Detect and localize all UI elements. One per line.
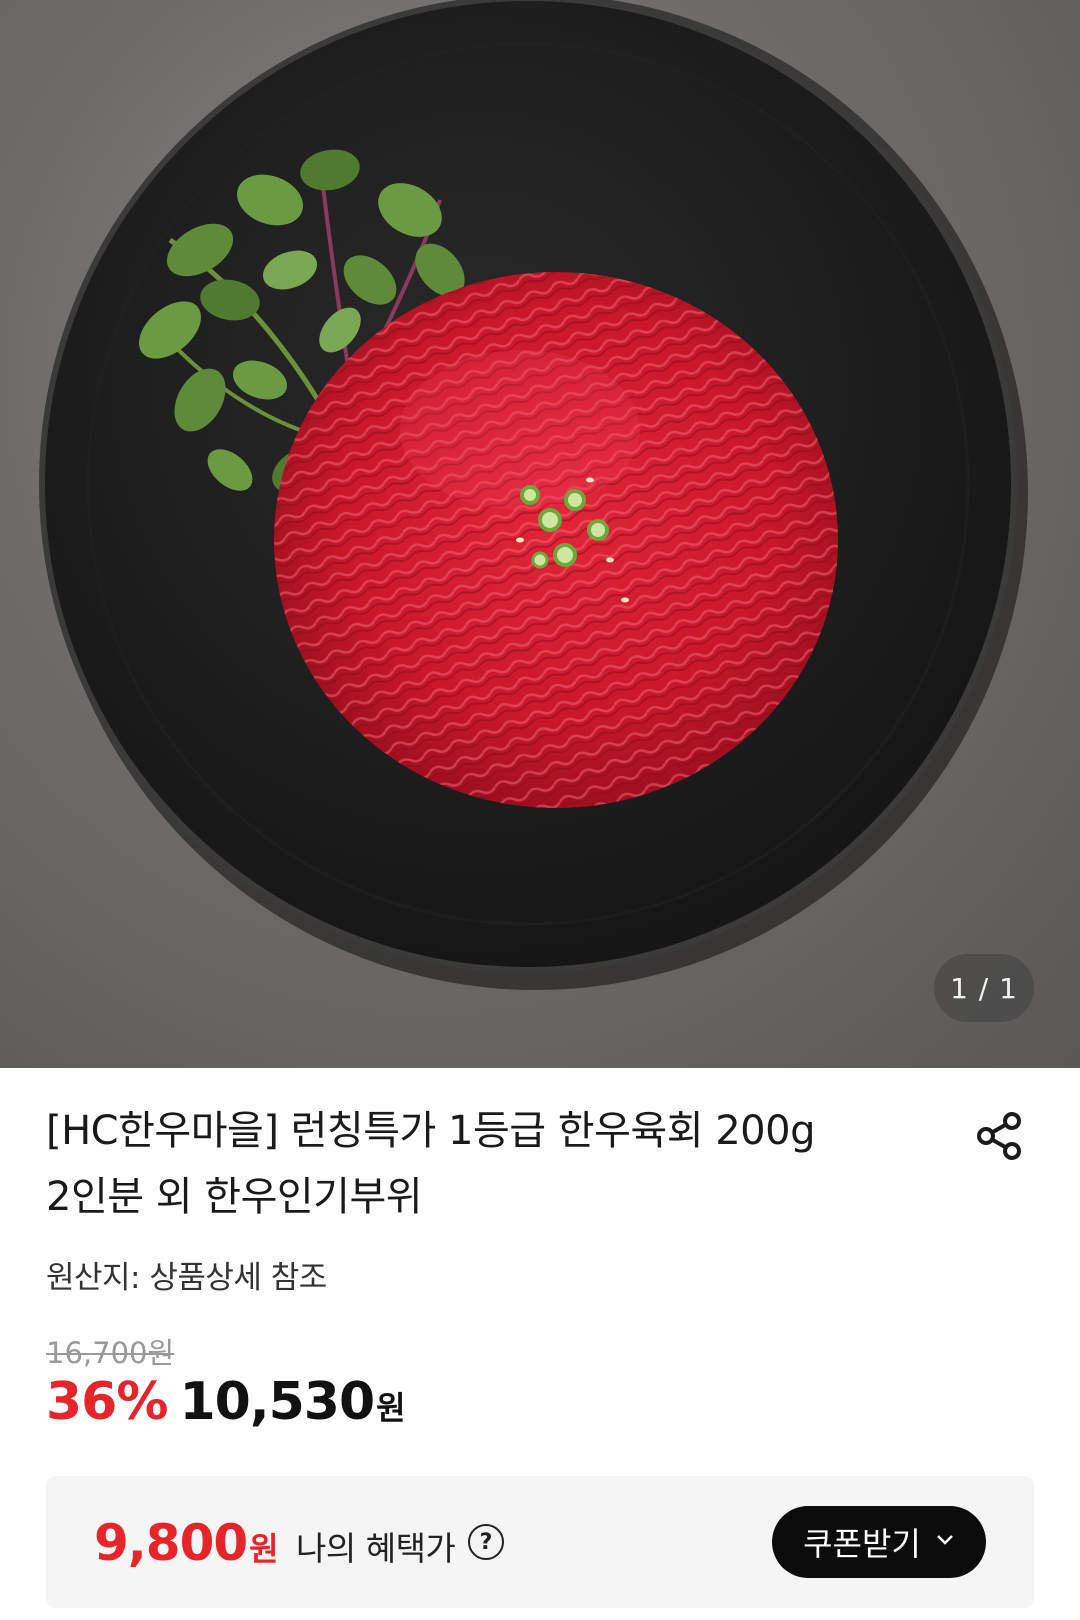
discount-rate: 36%: [46, 1372, 168, 1432]
question-circle-icon[interactable]: ?: [468, 1524, 504, 1560]
plate-illustration: [39, 0, 1028, 990]
image-counter: 1 / 1: [934, 954, 1034, 1022]
product-image[interactable]: 1 / 1: [0, 0, 1080, 1068]
sale-price: 10,530: [179, 1372, 375, 1432]
beef-tartare: [274, 272, 838, 808]
product-title-line2: 2인분 외 한우인기부위: [46, 1174, 423, 1220]
price-row: 36% 10,530 원: [46, 1372, 406, 1432]
product-title: [HC한우마을] 런칭특가 1등급 한우육회 200g 2인분 외 한우인기부위: [46, 1098, 926, 1230]
product-title-line1: [HC한우마을] 런칭특가 1등급 한우육회 200g: [46, 1108, 815, 1154]
share-button[interactable]: [974, 1110, 1026, 1162]
sale-price-currency: 원: [376, 1389, 406, 1427]
coupon-button-label: 쿠폰받기: [803, 1525, 921, 1563]
coupon-button[interactable]: 쿠폰받기: [772, 1506, 986, 1578]
benefit-box: 9,800 원 나의 혜택가 ? 쿠폰받기: [46, 1476, 1034, 1608]
benefit-price-currency: 원: [249, 1530, 279, 1568]
benefit-price-value: 9,800: [94, 1514, 248, 1572]
benefit-price: 9,800 원: [94, 1514, 279, 1572]
original-price: 16,700원: [46, 1336, 175, 1370]
benefit-label: 나의 혜택가: [296, 1529, 456, 1568]
chevron-down-icon: [935, 1528, 955, 1553]
origin-info: 원산지: 상품상세 참조: [46, 1260, 327, 1296]
share-icon: [977, 1112, 1021, 1160]
